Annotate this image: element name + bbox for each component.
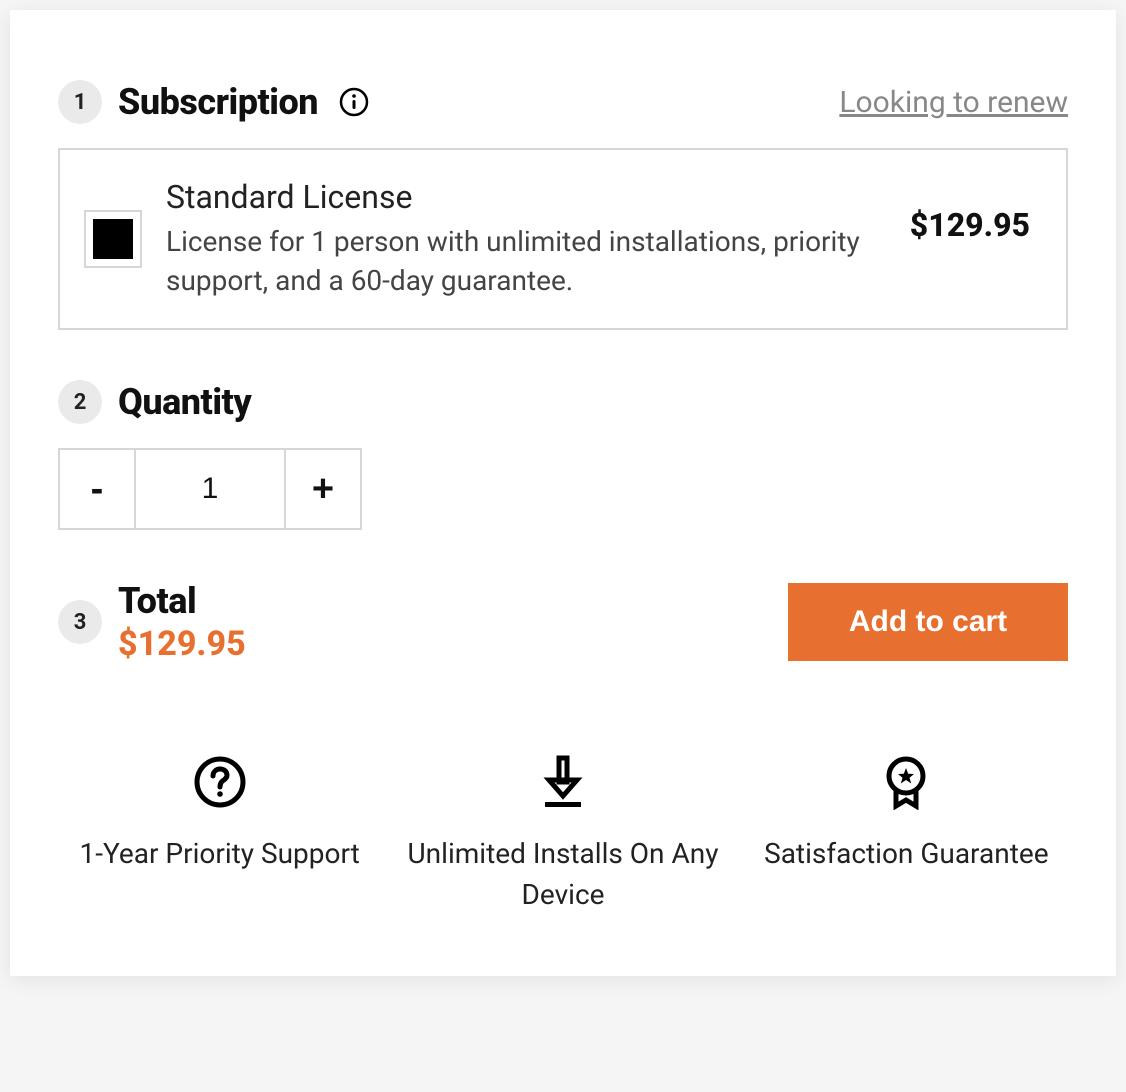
step-badge-3: 3 [58, 600, 102, 644]
quantity-decrease-button[interactable]: - [58, 448, 136, 530]
license-checkbox[interactable] [84, 210, 142, 268]
benefit-text: 1-Year Priority Support [80, 834, 360, 875]
total-text: Total $129.95 [118, 580, 246, 664]
benefit-installs: Unlimited Installs On Any Device [401, 754, 724, 915]
subscription-title: Subscription [118, 81, 318, 123]
add-to-cart-button[interactable]: Add to cart [788, 583, 1068, 661]
award-icon [878, 754, 934, 810]
quantity-title-group: 2 Quantity [58, 380, 251, 424]
quantity-increase-button[interactable]: + [284, 448, 362, 530]
benefit-text: Satisfaction Guarantee [764, 834, 1048, 875]
license-option[interactable]: Standard License License for 1 person wi… [58, 148, 1068, 330]
purchase-card: 1 Subscription Looking to renew Standard… [10, 10, 1116, 976]
step-badge-2: 2 [58, 380, 102, 424]
quantity-stepper: - + [58, 448, 1068, 530]
download-icon [535, 754, 591, 810]
license-description: License for 1 person with unlimited inst… [166, 222, 886, 300]
checkbox-checked-icon [93, 219, 133, 259]
total-section: 3 Total $129.95 Add to cart [58, 580, 1068, 664]
step-badge-1: 1 [58, 80, 102, 124]
benefits-row: 1-Year Priority Support Unlimited Instal… [58, 754, 1068, 915]
total-label: Total [118, 580, 246, 622]
license-name: Standard License [166, 178, 886, 216]
quantity-input[interactable] [136, 448, 284, 530]
total-left: 3 Total $129.95 [58, 580, 246, 664]
info-icon[interactable] [338, 86, 370, 118]
subscription-header: 1 Subscription Looking to renew [58, 80, 1068, 124]
total-price: $129.95 [118, 624, 246, 664]
benefit-text: Unlimited Installs On Any Device [401, 834, 724, 915]
license-text: Standard License License for 1 person wi… [166, 178, 886, 300]
question-circle-icon [192, 754, 248, 810]
benefit-support: 1-Year Priority Support [58, 754, 381, 915]
subscription-title-group: 1 Subscription [58, 80, 370, 124]
benefit-guarantee: Satisfaction Guarantee [745, 754, 1068, 915]
license-price: $129.95 [910, 206, 1030, 244]
quantity-title: Quantity [118, 381, 251, 423]
renew-link[interactable]: Looking to renew [839, 85, 1068, 120]
quantity-header: 2 Quantity [58, 380, 1068, 424]
subscription-section: 1 Subscription Looking to renew Standard… [58, 80, 1068, 330]
quantity-section: 2 Quantity - + [58, 380, 1068, 530]
